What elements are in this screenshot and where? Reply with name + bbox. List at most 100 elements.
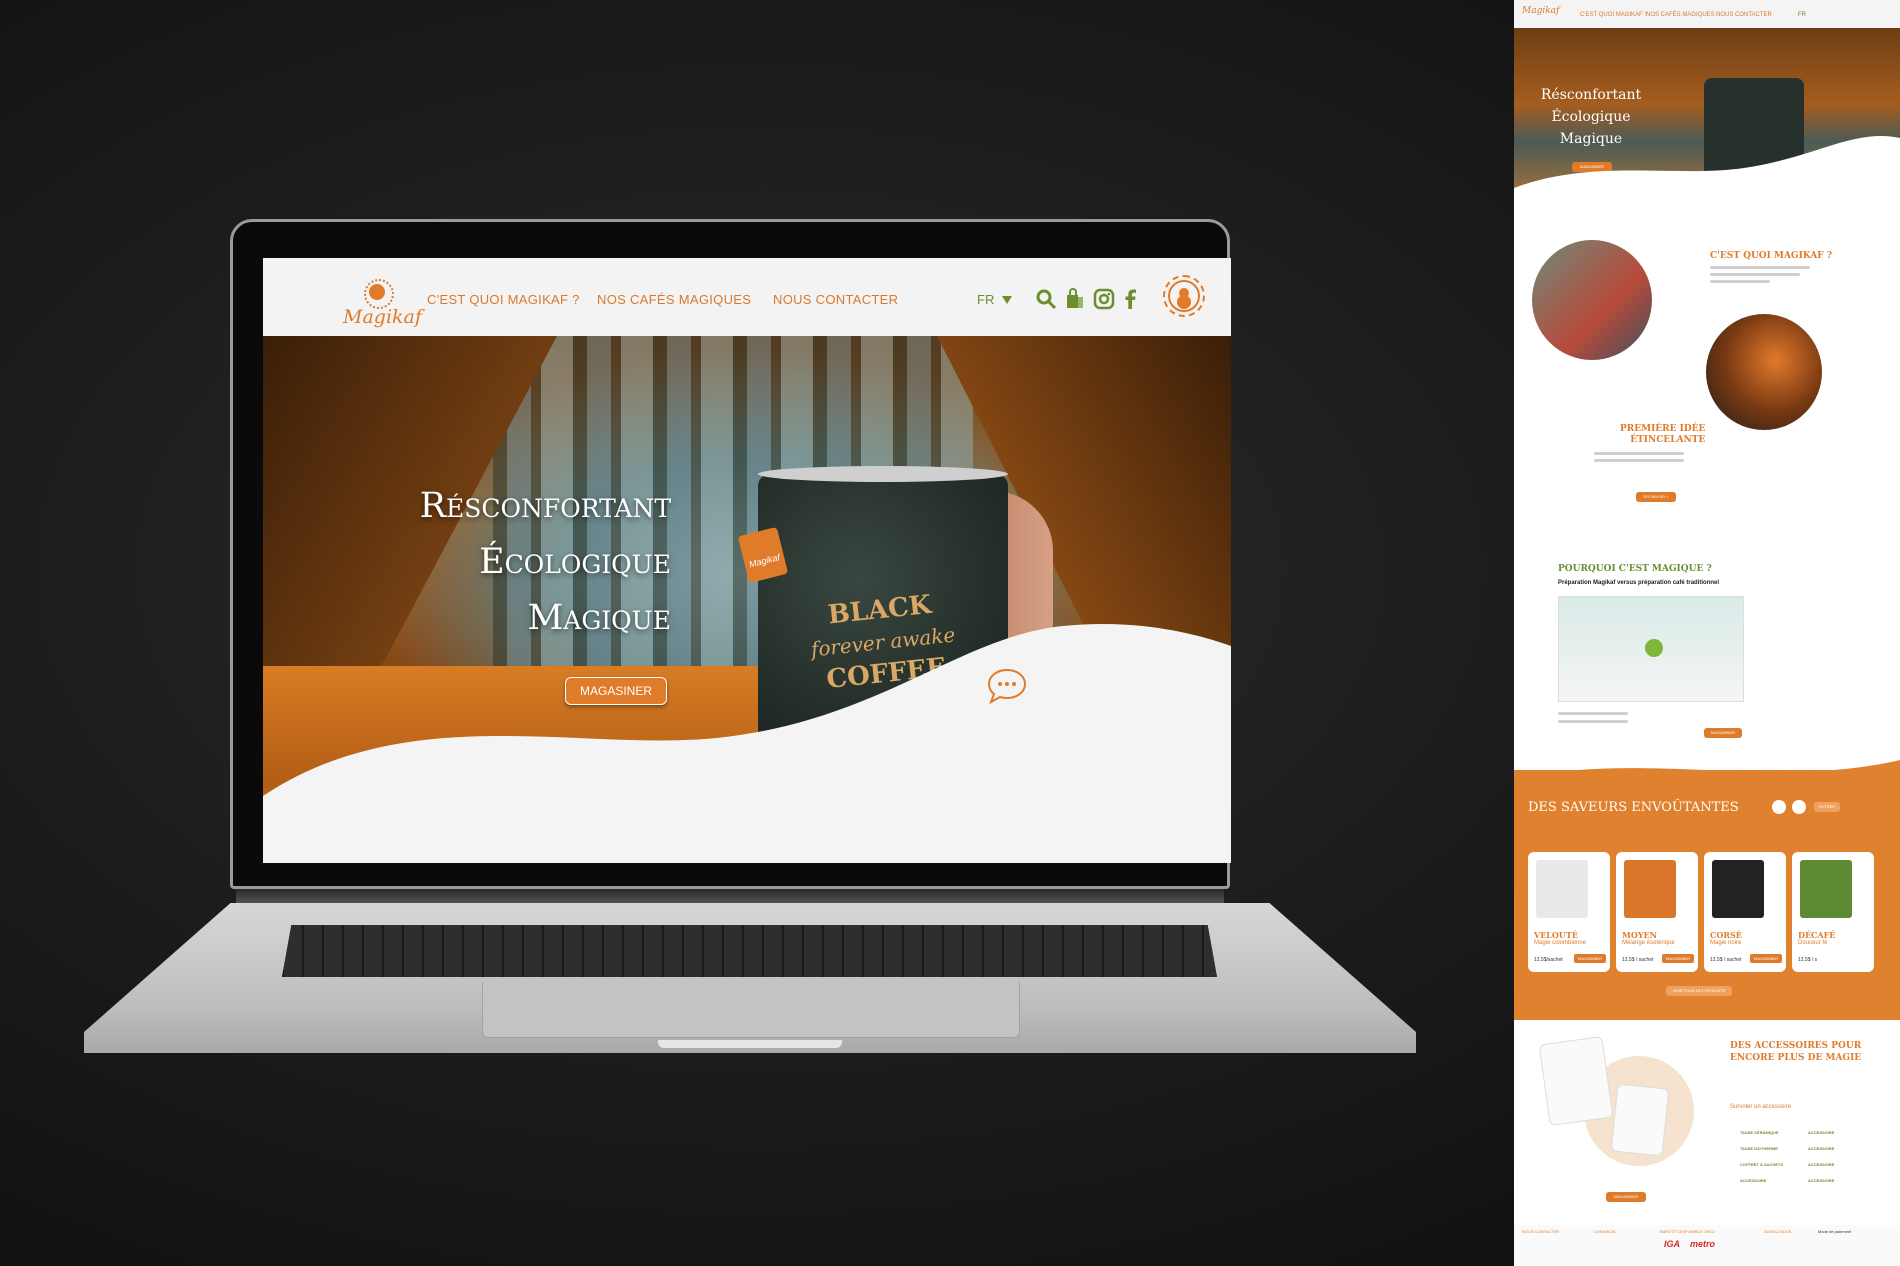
instagram-icon[interactable]	[1093, 288, 1115, 310]
thumb-footer-follow: SUIVEZ-NOUS	[1764, 1229, 1792, 1234]
thumb-campfire-photo	[1706, 314, 1822, 430]
thumb-lang: FR	[1798, 12, 1806, 18]
thumb-product-pack	[1536, 860, 1588, 918]
nav-contact[interactable]: NOUS CONTACTER	[773, 292, 898, 307]
thumb-text-line	[1594, 459, 1684, 462]
thumb-filter-button: FILTRER	[1814, 802, 1840, 812]
thumb-footer: NOUS CONTACTER LIVRAISON BIENTÔT DISPONI…	[1514, 1225, 1900, 1266]
thumb-first-idea-line-1: PREMIÈRE IDÉE	[1620, 424, 1706, 434]
thumb-product-price: 12,5$ / sachet	[1622, 957, 1654, 963]
thumb-acc-type: ACCESSOIRE	[1808, 1130, 1835, 1135]
thumb-footer-available: BIENTÔT DISPONIBLE CHEZ :	[1660, 1229, 1717, 1234]
thumb-mug-back	[1610, 1083, 1670, 1157]
thumb-hero: Résconfortant Écologique Magique MAGASIN…	[1514, 28, 1900, 218]
thumb-accessories-link: Survoler un accessoire	[1730, 1104, 1792, 1110]
thumb-product-desc: Magie noire	[1710, 940, 1742, 946]
thumb-product-price: 12,5$ / s	[1798, 957, 1818, 963]
laptop-screen: Magikaf C'EST QUOI MAGIKAF ? NOS CAFÉS M…	[263, 258, 1231, 863]
thumb-product-pack	[1712, 860, 1764, 918]
thumb-first-idea-line-2: ÉTINCELANTE	[1630, 435, 1706, 445]
thumb-product-desc: Douceur fé	[1798, 940, 1828, 946]
thumb-store-iga: IGA	[1664, 1239, 1681, 1249]
thumb-text-line	[1710, 280, 1770, 283]
thumb-text-line	[1594, 452, 1684, 455]
thumb-product-price: 12,5$ / sachet	[1710, 957, 1742, 963]
thumb-flavours-wave-top	[1514, 760, 1900, 800]
thumb-product-card: VELOUTÉ Magie colombienne 12,5$/sachet M…	[1528, 852, 1610, 972]
thumb-acc-name: TASSE CÉRAMIQUE	[1740, 1130, 1779, 1135]
laptop-keyboard	[282, 925, 1217, 977]
thumb-section-why: POURQUOI C'EST MAGIQUE ?	[1558, 564, 1712, 574]
thumb-next-arrow-icon	[1792, 800, 1806, 814]
thumb-mug-front	[1538, 1035, 1614, 1127]
laptop-trackpad	[482, 982, 1020, 1038]
magikaf-logo[interactable]: Magikaf	[303, 272, 422, 328]
thumb-product-pack	[1800, 860, 1852, 918]
thumb-nav-3: NOUS CONTACTER	[1716, 12, 1772, 18]
thumb-product-button: MAGASINER	[1662, 954, 1694, 963]
thumb-why-button: MAGASINER	[1704, 728, 1742, 738]
thumb-accessories-button: MAGASINER	[1606, 1192, 1646, 1202]
thumb-hero-wave	[1514, 135, 1900, 218]
thumb-acc-name: TASSE ISOTHERME	[1740, 1146, 1778, 1151]
thumb-acc-type: ACCESSOIRE	[1808, 1178, 1835, 1183]
nav-magic-coffees[interactable]: NOS CAFÉS MAGIQUES	[597, 292, 751, 307]
thumb-product-card: DÉCAFÉ Douceur fé 12,5$ / s	[1792, 852, 1874, 972]
nav-what-is-magikaf[interactable]: C'EST QUOI MAGIKAF ?	[427, 292, 580, 307]
thumb-footer-payment: Mode de paiement	[1818, 1229, 1852, 1234]
thumb-acc-name: COFFRET À SACHETS	[1740, 1162, 1784, 1167]
thumb-product-name: CORSÉ	[1710, 930, 1742, 940]
thumb-why-subtitle: Préparation Magikaf versus préparation c…	[1558, 580, 1720, 586]
thumb-video-player	[1558, 596, 1744, 702]
thumb-flavours-title: DES SAVEURS ENVOÛTANTES	[1528, 800, 1739, 815]
language-select[interactable]: FR	[977, 292, 1012, 307]
thumb-product-button: MAGASINER	[1750, 954, 1782, 963]
account-icon[interactable]	[1163, 275, 1205, 317]
logo-text: Magikaf	[343, 306, 422, 328]
thumb-play-icon	[1645, 639, 1663, 657]
thumb-section-first-idea: PREMIÈRE IDÉE ÉTINCELANTE	[1620, 424, 1705, 446]
thumb-acc-type: ACCESSOIRE	[1808, 1146, 1835, 1151]
thumb-text-line	[1558, 712, 1628, 715]
thumb-acc-name: ACCESSOIRE	[1740, 1178, 1767, 1183]
thumb-nav-1: C'EST QUOI MAGIKAF ?	[1580, 12, 1648, 18]
search-icon[interactable]	[1035, 288, 1057, 310]
chat-bubble-icon[interactable]	[985, 666, 1029, 706]
thumb-product-name: MOYEN	[1622, 930, 1657, 940]
thumb-product-card: CORSÉ Magie noire 12,5$ / sachet MAGASIN…	[1704, 852, 1786, 972]
laptop-notch	[658, 1040, 842, 1048]
full-page-preview: Magikaf C'EST QUOI MAGIKAF ? NOS CAFÉS M…	[1514, 0, 1900, 1266]
thumb-product-price: 12,5$/sachet	[1534, 957, 1563, 963]
site-header: Magikaf C'EST QUOI MAGIKAF ? NOS CAFÉS M…	[263, 258, 1231, 336]
thumb-section-what: C'EST QUOI MAGIKAF ?	[1710, 251, 1833, 261]
thumb-logo: Magikaf	[1522, 6, 1560, 16]
thumb-accessories-line-2: ENCORE PLUS DE MAGIE	[1730, 1053, 1862, 1063]
thumb-couple-photo	[1532, 240, 1652, 360]
thumb-learn-more-button: EN SAVOIR +	[1636, 492, 1676, 502]
thumb-product-name: DÉCAFÉ	[1798, 930, 1836, 940]
thumb-product-button: MAGASINER	[1574, 954, 1606, 963]
thumb-text-line	[1558, 720, 1628, 723]
thumb-see-all-button: VOIR TOUS LES PRODUITS	[1666, 986, 1732, 996]
thumb-store-metro: metro	[1690, 1239, 1716, 1249]
thumb-text-line	[1710, 266, 1810, 269]
thumb-product-desc: Magie colombienne	[1534, 940, 1587, 946]
thumb-prev-arrow-icon	[1772, 800, 1786, 814]
thumb-nav-2: NOS CAFÉS MAGIQUES	[1646, 12, 1715, 18]
thumb-header: Magikaf C'EST QUOI MAGIKAF ? NOS CAFÉS M…	[1514, 0, 1900, 28]
thumb-product-desc: Mélange ésotérique	[1622, 940, 1675, 946]
thumb-product-card: MOYEN Mélange ésotérique 12,5$ / sachet …	[1616, 852, 1698, 972]
thumb-text-line	[1710, 273, 1800, 276]
hero-section: BLACK forever awake COFFEE Magikaf Résco…	[263, 336, 1231, 863]
thumb-accessories-title: DES ACCESSOIRES POUR ENCORE PLUS DE MAGI…	[1730, 1040, 1861, 1064]
thumb-accessories-line-1: DES ACCESSOIRES POUR	[1730, 1041, 1862, 1051]
shopping-bag-icon[interactable]	[1064, 288, 1086, 310]
thumb-acc-type: ACCESSOIRE	[1808, 1162, 1835, 1167]
thumb-footer-delivery: LIVRAISON	[1594, 1229, 1616, 1234]
hero-bottom-wave	[263, 624, 1231, 863]
facebook-icon[interactable]	[1119, 288, 1141, 310]
thumb-product-pack	[1624, 860, 1676, 918]
thumb-footer-contact: NOUS CONTACTER	[1522, 1229, 1560, 1234]
thumb-product-name: VELOUTÉ	[1534, 930, 1578, 940]
sun-icon	[364, 279, 394, 309]
